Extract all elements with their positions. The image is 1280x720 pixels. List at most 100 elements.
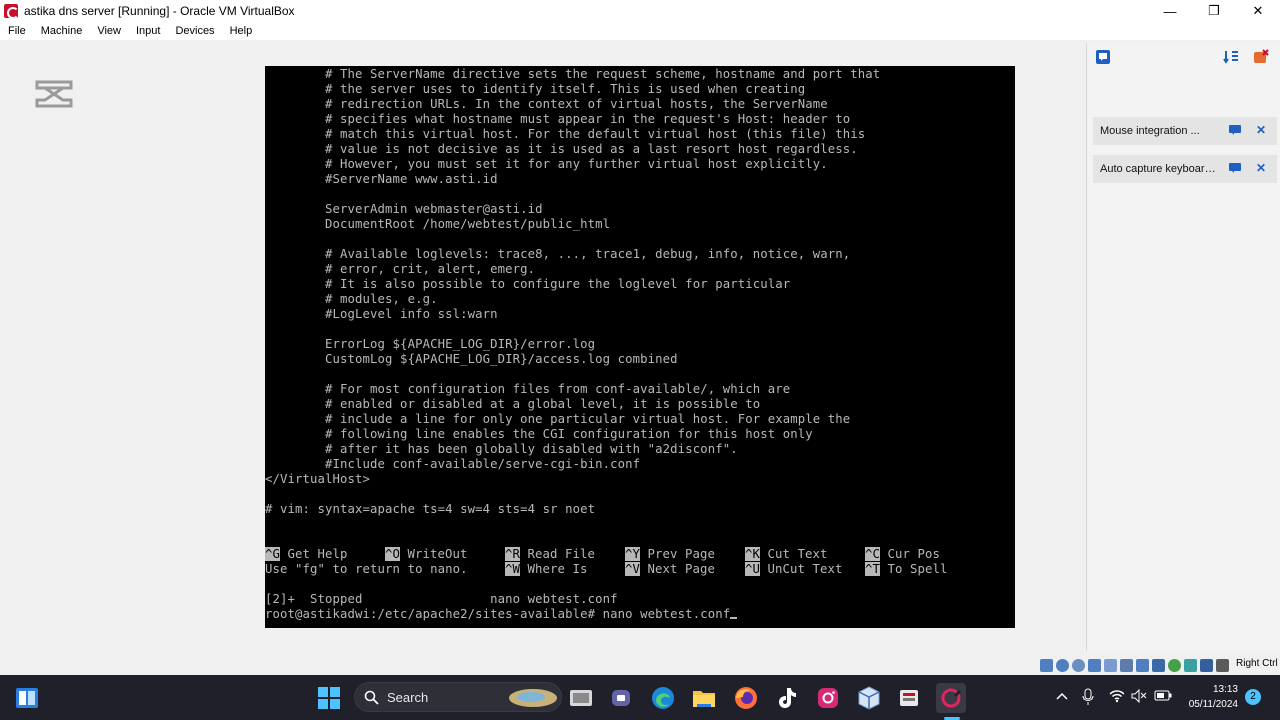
- search-highlight-icon: [509, 689, 557, 707]
- display-icon[interactable]: [1136, 658, 1149, 672]
- terminal-line: </VirtualHost>: [265, 472, 371, 486]
- terminal-line: # However, you must set it for any furth…: [265, 157, 828, 171]
- instagram-icon[interactable]: [813, 683, 843, 713]
- nano-shortcut: ^R Read File: [505, 547, 596, 561]
- terminal-line: # specifies what hostname must appear in…: [265, 112, 851, 126]
- usb-icon[interactable]: [1104, 658, 1117, 672]
- notification-text: Mouse integration ...: [1100, 125, 1200, 137]
- app-manager-icon[interactable]: [895, 683, 925, 713]
- terminal-line: # following line enables the CGI configu…: [265, 427, 813, 441]
- close-button[interactable]: ✕: [1236, 0, 1280, 22]
- panel-toolbar: [1087, 43, 1280, 71]
- chevron-up-icon[interactable]: [1056, 691, 1068, 701]
- terminal-line: # value is not decisive as it is used as…: [265, 142, 858, 156]
- teams-chat-icon[interactable]: [607, 683, 637, 713]
- notification-center-panel: Mouse integration ... ✕ Auto capture key…: [1086, 43, 1280, 651]
- window-titlebar: astika dns server [Running] - Oracle VM …: [0, 0, 1280, 22]
- terminal-line: ErrorLog ${APACHE_LOG_DIR}/error.log: [265, 337, 596, 351]
- search-label: Search: [387, 690, 429, 705]
- menu-help[interactable]: Help: [222, 22, 260, 40]
- firefox-icon[interactable]: [731, 683, 761, 713]
- nano-shortcut: ^G Get Help: [265, 547, 348, 561]
- debian-vm-icon[interactable]: [936, 683, 966, 713]
- search-icon: [364, 690, 379, 705]
- guest-additions-icon[interactable]: [1168, 658, 1181, 672]
- battery-icon[interactable]: [1154, 690, 1172, 701]
- windows-taskbar: Search 13:13 05/11/2024 2: [0, 675, 1280, 720]
- notification-pin-icon[interactable]: [1229, 163, 1241, 173]
- vm-terminal-screen[interactable]: # The ServerName directive sets the requ…: [265, 66, 1015, 628]
- audio-icon[interactable]: [1072, 658, 1085, 672]
- optical-drive-icon[interactable]: [1056, 658, 1069, 672]
- nano-shortcut: ^O WriteOut: [385, 547, 468, 561]
- menu-machine[interactable]: Machine: [33, 22, 90, 40]
- virtualbox-cube-icon[interactable]: [854, 683, 884, 713]
- capcut-watermark-icon: [35, 80, 73, 108]
- network-icon[interactable]: [1088, 658, 1101, 672]
- task-view-icon[interactable]: [566, 683, 596, 713]
- menu-file[interactable]: File: [0, 22, 33, 40]
- terminal-line: # match this virtual host. For the defau…: [265, 127, 866, 141]
- notification-bubble-icon[interactable]: [1095, 49, 1111, 65]
- keyboard-capture-icon[interactable]: [1216, 658, 1229, 672]
- clock-time[interactable]: 13:13: [1180, 684, 1238, 695]
- notification-text: Auto capture keyboard ...: [1100, 163, 1218, 175]
- start-button-icon[interactable]: [314, 683, 344, 713]
- notification-mouse-integration[interactable]: Mouse integration ... ✕: [1093, 117, 1277, 145]
- shared-folders-icon[interactable]: [1120, 658, 1133, 672]
- terminal-line: #Include conf-available/serve-cgi-bin.co…: [265, 457, 641, 471]
- device-status-icons: [1040, 657, 1229, 673]
- nano-shortcut: ^Y Prev Page: [625, 547, 716, 561]
- widgets-icon[interactable]: [12, 683, 42, 713]
- wifi-icon[interactable]: [1109, 689, 1125, 703]
- dismiss-all-icon[interactable]: [1253, 49, 1269, 65]
- clock-date[interactable]: 05/11/2024: [1180, 699, 1238, 710]
- notification-auto-capture-keyboard[interactable]: Auto capture keyboard ... ✕: [1093, 155, 1277, 183]
- notification-pin-icon[interactable]: [1229, 125, 1241, 135]
- shell-prompt-line[interactable]: root@astikadwi:/etc/apache2/sites-availa…: [265, 607, 738, 622]
- terminal-line: CustomLog ${APACHE_LOG_DIR}/access.log c…: [265, 352, 678, 366]
- terminal-line: ServerAdmin webmaster@asti.id: [265, 202, 543, 216]
- terminal-line: # vim: syntax=apache ts=4 sw=4 sts=4 sr …: [265, 502, 596, 516]
- terminal-line: # enabled or disabled at a global level,…: [265, 397, 761, 411]
- terminal-line: #ServerName www.asti.id: [265, 172, 498, 186]
- terminal-line: # The ServerName directive sets the requ…: [265, 67, 881, 81]
- terminal-line: # modules, e.g.: [265, 292, 438, 306]
- notification-close-icon[interactable]: ✕: [1254, 161, 1268, 175]
- text-cursor: [730, 617, 738, 619]
- tiktok-icon[interactable]: [772, 683, 802, 713]
- menu-devices[interactable]: Devices: [167, 22, 221, 40]
- terminal-line: # redirection URLs. In the context of vi…: [265, 97, 828, 111]
- mouse-integration-icon[interactable]: [1200, 658, 1213, 672]
- nano-shortcut: ^K Cut Text: [745, 547, 828, 561]
- job-status-line: [2]+ Stopped nano webtest.conf: [265, 592, 618, 606]
- terminal-line: # Available loglevels: trace8, ..., trac…: [265, 247, 851, 261]
- notification-count-badge[interactable]: 2: [1245, 689, 1261, 705]
- nano-shortcut: ^C Cur Pos: [865, 547, 941, 561]
- hard-disk-icon[interactable]: [1040, 658, 1053, 672]
- terminal-line: # For most configuration files from conf…: [265, 382, 791, 396]
- virtualbox-app-icon: [4, 4, 19, 19]
- microphone-icon[interactable]: [1082, 688, 1094, 706]
- terminal-line: # include a line for only one particular…: [265, 412, 851, 426]
- recording-icon[interactable]: [1152, 658, 1165, 672]
- notification-close-icon[interactable]: ✕: [1254, 123, 1268, 137]
- minimize-button[interactable]: —: [1148, 0, 1192, 22]
- taskbar-search-box[interactable]: Search: [354, 682, 562, 712]
- nano-shortcut: ^U UnCut Text: [745, 562, 843, 576]
- vm-status-bar: Right Ctrl: [0, 655, 1280, 675]
- restore-button[interactable]: ❐: [1192, 0, 1236, 22]
- menu-view[interactable]: View: [89, 22, 128, 40]
- window-title: astika dns server [Running] - Oracle VM …: [24, 4, 295, 18]
- sort-notifications-icon[interactable]: [1223, 49, 1239, 65]
- speaker-muted-icon[interactable]: [1131, 689, 1147, 703]
- edge-browser-icon[interactable]: [648, 683, 678, 713]
- nano-shortcut: ^V Next Page: [625, 562, 716, 576]
- cpu-activity-icon[interactable]: [1184, 658, 1197, 672]
- menu-input[interactable]: Input: [128, 22, 167, 40]
- file-explorer-icon[interactable]: [689, 683, 719, 713]
- terminal-line: # after it has been globally disabled wi…: [265, 442, 738, 456]
- fg-hint-text: Use "fg" to return to nano.: [265, 562, 468, 576]
- host-key-label: Right Ctrl: [1236, 658, 1278, 669]
- menu-bar: File Machine View Input Devices Help: [0, 22, 1280, 40]
